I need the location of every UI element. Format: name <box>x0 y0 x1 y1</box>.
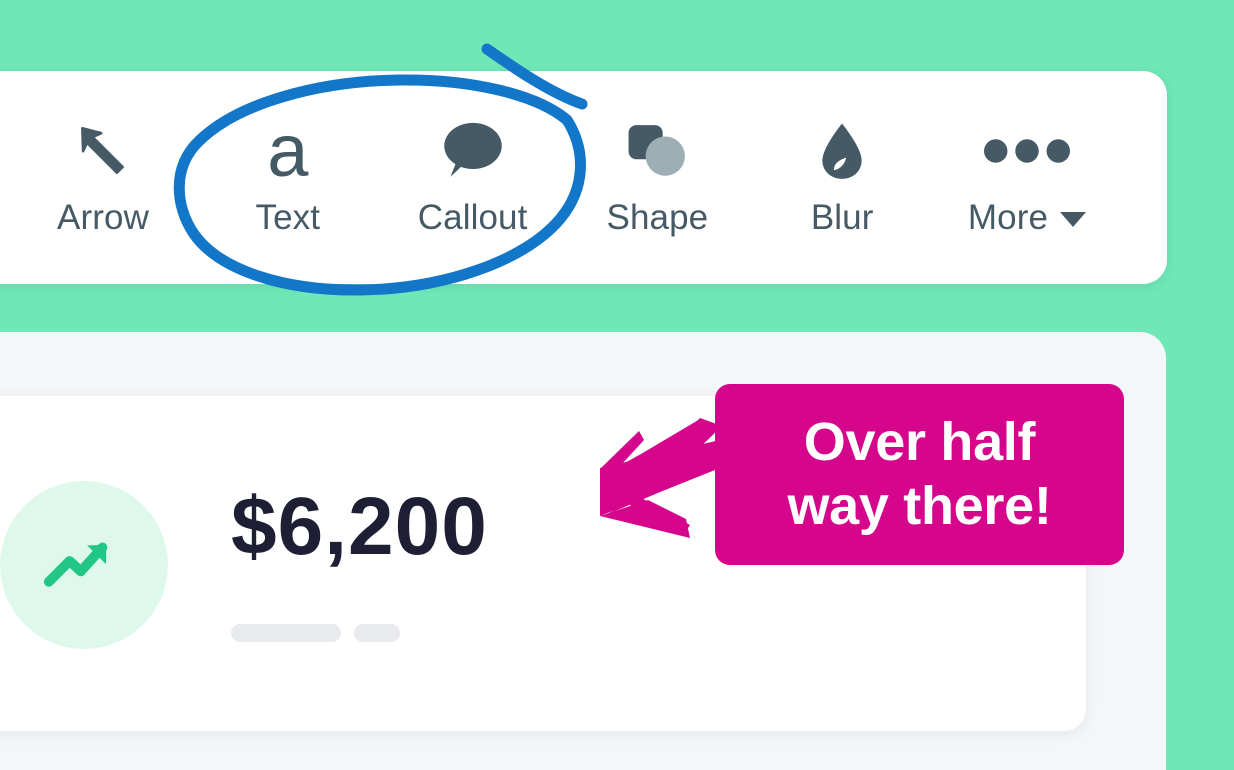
placeholder-bar <box>354 624 400 642</box>
square-circle-icon <box>611 120 703 182</box>
tool-callout[interactable]: Callout <box>392 98 554 258</box>
chevron-down-icon <box>1060 212 1087 227</box>
tool-shape[interactable]: Shape <box>576 98 738 258</box>
tool-text[interactable]: a Text <box>207 98 369 258</box>
tool-callout-label: Callout <box>417 198 528 237</box>
tool-blur[interactable]: Blur <box>761 98 923 258</box>
water-droplet-icon <box>796 120 888 182</box>
callout-text-line-1: Over half <box>803 412 1036 473</box>
trending-up-icon <box>43 542 108 587</box>
tool-more-text: More <box>967 198 1049 237</box>
annotation-toolbar: Arrow a Text Callout Shape Blur More <box>0 71 1167 284</box>
stat-value: $6,200 <box>231 481 488 572</box>
tool-more[interactable]: More <box>946 98 1108 258</box>
callout-badge[interactable]: Over half way there! <box>715 384 1124 565</box>
tool-arrow-label: Arrow <box>57 198 149 237</box>
speech-bubble-icon <box>427 120 519 182</box>
tool-shape-label: Shape <box>606 198 709 237</box>
ellipsis-horizontal-icon <box>981 120 1073 182</box>
tool-arrow[interactable]: Arrow <box>22 98 184 258</box>
tool-blur-label: Blur <box>810 198 874 237</box>
callout-text-line-2: way there! <box>787 475 1052 536</box>
tool-more-label: More <box>967 198 1087 237</box>
tool-text-label: Text <box>255 198 321 237</box>
toolbar-tool-list: Arrow a Text Callout Shape Blur More <box>0 71 1126 284</box>
arrow-up-left-icon <box>57 120 149 182</box>
trending-up-icon-circle <box>0 481 168 649</box>
text-letter-a-icon: a <box>267 109 309 193</box>
placeholder-bar <box>231 624 341 642</box>
